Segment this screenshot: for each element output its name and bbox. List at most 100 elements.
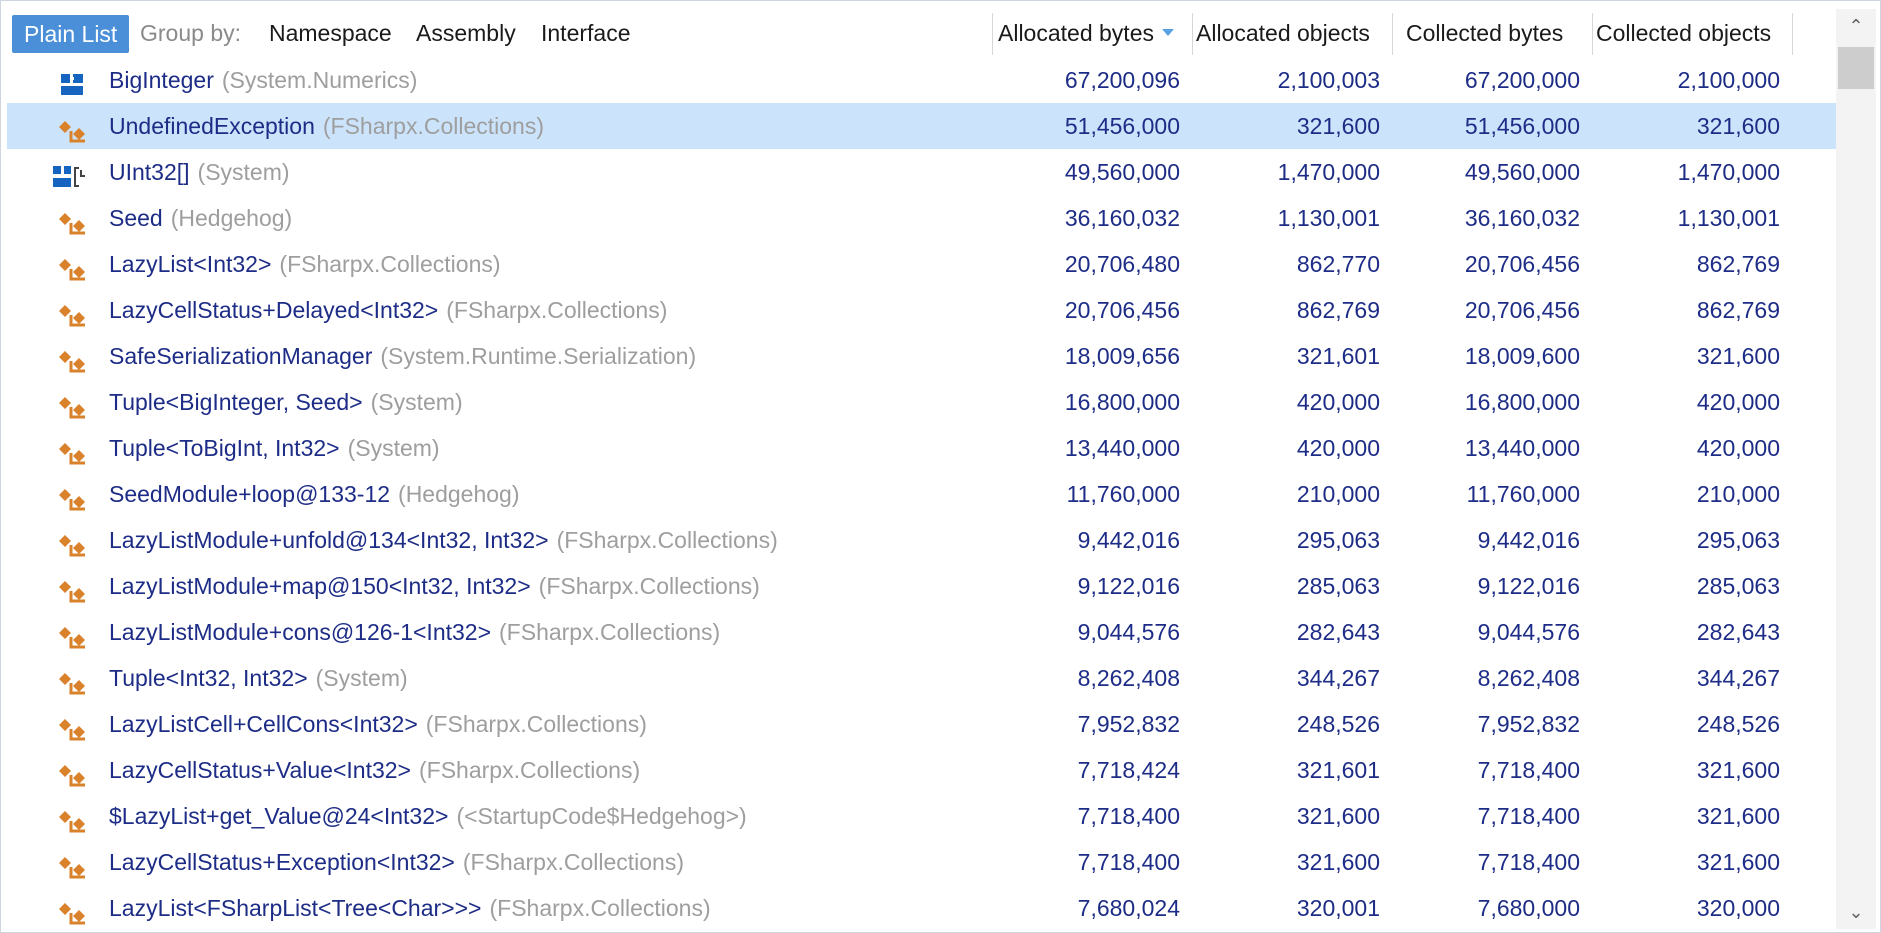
table-row[interactable]: Tuple<Int32, Int32> (System) 8,262,408 344,… [7,655,1837,701]
namespace-label: (FSharpx.Collections) [418,757,641,783]
type-name: LazyList<Int32> (FSharpx.Collections) [109,241,501,287]
group-by-namespace-button[interactable]: Namespace [269,9,392,57]
collected-objects-cell: 862,769 [1696,297,1780,323]
collected-objects-cell: 1,130,001 [1677,205,1780,231]
allocated-bytes-cell: 49,560,000 [1064,159,1180,185]
table-row[interactable]: Tuple<ToBigInt, Int32> (System) 13,440,000… [7,425,1837,471]
column-header-allocated-bytes[interactable]: Allocated bytes [998,9,1192,57]
column-separator[interactable] [1592,13,1593,55]
collected-bytes-cell: 7,952,832 [1477,711,1580,737]
type-name-label: LazyListCell+CellCons<Int32> [109,711,418,737]
allocated-objects-cell: 285,063 [1296,573,1380,599]
allocated-objects-cell: 248,526 [1296,711,1380,737]
type-name: Tuple<BigInteger, Seed> (System) [109,379,463,425]
allocated-bytes-cell: 16,800,000 [1064,389,1180,415]
allocated-objects-cell: 862,770 [1296,251,1380,277]
collected-objects-cell: 321,600 [1696,757,1780,783]
type-name-label: Tuple<Int32, Int32> [109,665,308,691]
table-row[interactable]: SeedModule+loop@133-12 (Hedgehog) 11,760,0… [7,471,1837,517]
table-row[interactable]: LazyListModule+cons@126-1<Int32> (FSharpx… [7,609,1837,655]
column-separator[interactable] [1392,13,1393,55]
namespace-label: (FSharpx.Collections) [446,297,668,323]
collected-bytes-cell: 7,718,400 [1477,803,1580,829]
namespace-label: (System) [347,435,440,461]
group-by-interface-button[interactable]: Interface [541,9,631,57]
array-icon [51,159,93,187]
table-row[interactable]: LazyCellStatus+Delayed<Int32> (FSharpx.Co… [7,287,1837,333]
class-icon [57,573,87,603]
allocated-bytes-cell: 20,706,480 [1064,251,1180,277]
allocated-bytes-cell: 9,442,016 [1077,527,1180,553]
table-row[interactable]: LazyListModule+unfold@134<Int32, Int32> (… [7,517,1837,563]
collected-objects-cell: 321,600 [1696,343,1780,369]
allocated-bytes-cell: 8,262,408 [1077,665,1180,691]
type-name-label: LazyListModule+unfold@134<Int32, Int32> [109,527,549,553]
column-header-collected-objects[interactable]: Collected objects [1596,9,1792,57]
namespace-label: (System.Numerics) [221,67,418,93]
allocated-objects-cell: 321,601 [1296,757,1380,783]
type-name: LazyCellStatus+Exception<Int32> (FSharpx.… [109,839,684,885]
type-name: UndefinedException (FSharpx.Collections) [109,103,544,149]
table-row[interactable]: SafeSerializationManager (System.Runtime.… [7,333,1837,379]
allocated-bytes-cell: 7,718,400 [1077,803,1180,829]
scroll-down-icon[interactable]: ⌄ [1836,895,1876,929]
allocated-objects-cell: 2,100,003 [1277,67,1380,93]
column-separator[interactable] [1792,13,1793,55]
collected-bytes-cell: 13,440,000 [1464,435,1580,461]
scroll-up-icon[interactable]: ⌃ [1836,9,1876,43]
table-row[interactable]: LazyListModule+map@150<Int32, Int32> (FSh… [7,563,1837,609]
column-separator[interactable] [1192,13,1193,55]
namespace-label: (System) [197,159,290,185]
table-row[interactable]: LazyCellStatus+Value<Int32> (FSharpx.Coll… [7,747,1837,793]
collected-objects-cell: 420,000 [1696,389,1780,415]
column-separator[interactable] [992,13,993,55]
namespace-label: (FSharpx.Collections) [425,711,647,737]
table-row[interactable]: LazyCellStatus+Exception<Int32> (FSharpx.… [7,839,1837,885]
vertical-scrollbar[interactable]: ⌃ ⌄ [1836,9,1876,929]
table-row[interactable]: UInt32[] (System) 49,560,000 1,470,000 49,56… [7,149,1837,195]
namespace-label: (System) [370,389,463,415]
type-name: UInt32[] (System) [109,149,290,195]
struct-icon [57,67,87,95]
allocated-objects-cell: 1,470,000 [1277,159,1380,185]
collected-objects-cell: 321,600 [1696,113,1780,139]
collected-bytes-cell: 11,760,000 [1466,481,1580,507]
column-header-collected-bytes[interactable]: Collected bytes [1406,9,1586,57]
type-name: SeedModule+loop@133-12 (Hedgehog) [109,471,520,517]
collected-bytes-cell: 20,706,456 [1464,251,1580,277]
class-icon [57,435,87,465]
table-row[interactable]: BigInteger (System.Numerics) 67,200,096 2,1… [7,57,1837,103]
table-row[interactable]: Tuple<BigInteger, Seed> (System) 16,800,00… [7,379,1837,425]
group-by-assembly-button[interactable]: Assembly [416,9,516,57]
allocated-bytes-cell: 7,680,024 [1077,895,1180,921]
type-list: BigInteger (System.Numerics) 67,200,096 2,1… [7,57,1837,929]
table-row[interactable]: LazyList<Int32> (FSharpx.Collections) 20,7… [7,241,1837,287]
table-row[interactable]: LazyList<FSharpList<Tree<Char>>> (FSharpx… [7,885,1837,929]
collected-bytes-cell: 7,718,400 [1477,849,1580,875]
allocated-objects-cell: 321,600 [1296,803,1380,829]
collected-objects-cell: 344,267 [1696,665,1780,691]
plain-list-button[interactable]: Plain List [12,15,130,53]
type-name-label: LazyListModule+cons@126-1<Int32> [109,619,492,645]
type-name-label: $LazyList+get_Value@24<Int32> [109,803,449,829]
collected-bytes-cell: 18,009,600 [1464,343,1580,369]
scroll-thumb[interactable] [1838,47,1874,89]
namespace-label: (System.Runtime.Serialization) [380,343,697,369]
table-row[interactable]: $LazyList+get_Value@24<Int32> (<StartupCo… [7,793,1837,839]
collected-bytes-cell: 16,800,000 [1464,389,1580,415]
collected-bytes-cell: 9,442,016 [1477,527,1580,553]
collected-bytes-cell: 20,706,456 [1464,297,1580,323]
namespace-label: (FSharpx.Collections) [538,573,760,599]
class-icon [57,711,87,741]
table-row[interactable]: LazyListCell+CellCons<Int32> (FSharpx.Col… [7,701,1837,747]
allocated-objects-cell: 295,063 [1296,527,1380,553]
table-row[interactable]: Seed (Hedgehog) 36,160,032 1,130,001 36,160,… [7,195,1837,241]
type-name: $LazyList+get_Value@24<Int32> (<StartupCo… [109,793,747,839]
table-row[interactable]: UndefinedException (FSharpx.Collections) 5… [7,103,1837,149]
collected-objects-cell: 420,000 [1696,435,1780,461]
column-header-allocated-objects[interactable]: Allocated objects [1196,9,1380,57]
type-name-label: BigInteger [109,67,214,93]
window-frame: Plain List Group by: Namespace Assembly … [0,0,1881,933]
collected-objects-cell: 282,643 [1696,619,1780,645]
allocated-objects-cell: 420,000 [1296,389,1380,415]
